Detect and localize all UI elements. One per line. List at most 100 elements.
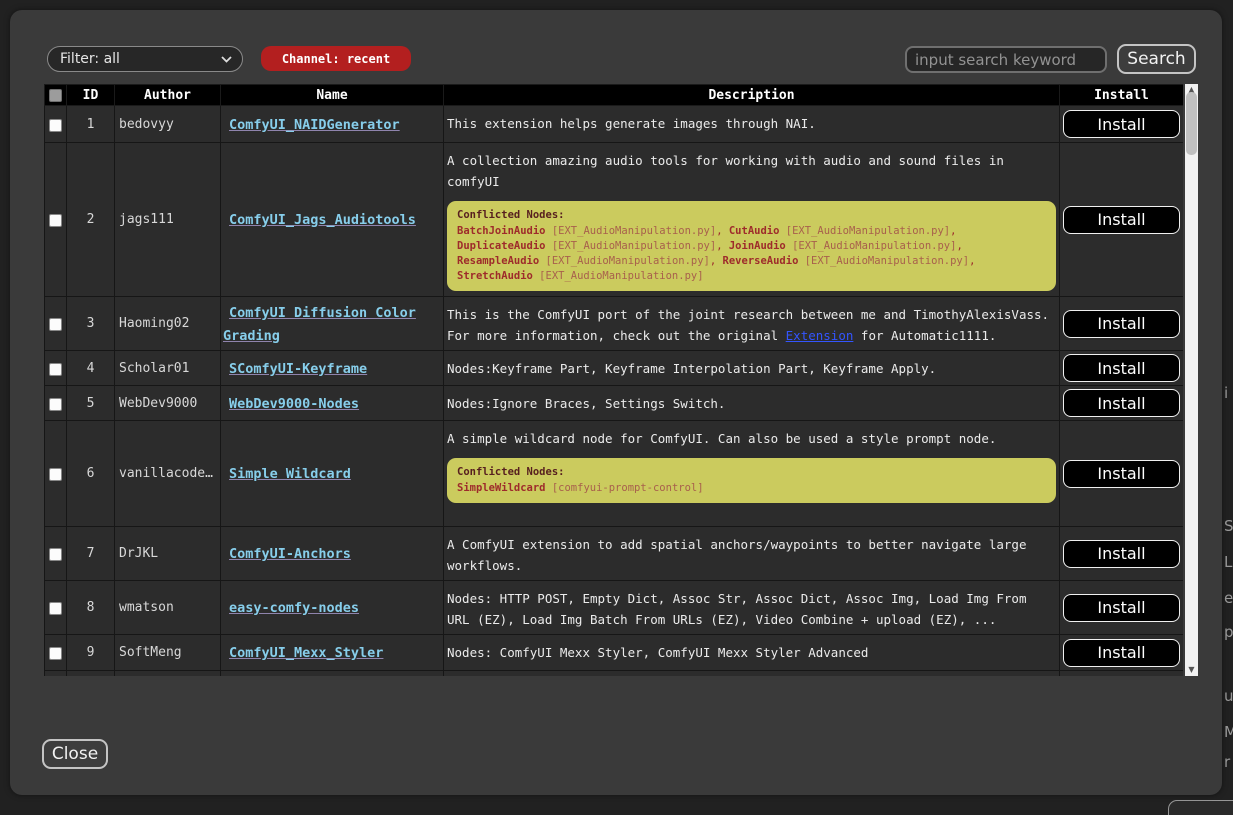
- background-cutoff-button[interactable]: [1168, 800, 1233, 815]
- install-button[interactable]: Install: [1063, 206, 1180, 234]
- table-row: 4Scholar01 SComfyUI-Keyframe Nodes:Keyfram…: [45, 351, 1184, 386]
- row-description: This is the ComfyUI port of the joint re…: [444, 297, 1060, 351]
- row-checkbox[interactable]: [49, 602, 62, 615]
- table-scrollbar[interactable]: ▲ ▼: [1185, 84, 1198, 676]
- row-description: Nodes: HTTP POST, Empty Dict, Assoc Str,…: [444, 581, 1060, 635]
- background-edge-fragment: M: [1224, 722, 1233, 742]
- scroll-down-icon[interactable]: ▼: [1185, 666, 1198, 674]
- inline-link[interactable]: Extension: [786, 328, 854, 343]
- background-edge-fragment: u: [1224, 686, 1233, 706]
- table-header-row: ID Author Name Description Install: [45, 85, 1184, 106]
- background-edge-fragment: r: [1224, 752, 1233, 772]
- table-row: 10zcfrank1stComfyUI Yolov8Nodes: Yolov8D…: [45, 671, 1184, 677]
- filter-select-wrap: Filter: all: [47, 46, 243, 72]
- background-edge-fragment: S: [1224, 516, 1233, 536]
- row-description: Nodes:Keyframe Part, Keyframe Interpolat…: [444, 351, 1060, 386]
- conflicted-nodes-box: Conflicted Nodes:BatchJoinAudio [EXT_Aud…: [447, 201, 1056, 291]
- description-text: for Automatic1111.: [853, 328, 996, 343]
- install-button[interactable]: Install: [1063, 540, 1180, 568]
- row-description: A collection amazing audio tools for wor…: [444, 143, 1060, 297]
- row-author: SoftMeng: [115, 635, 221, 671]
- row-checkbox[interactable]: [49, 363, 62, 376]
- row-checkbox[interactable]: [49, 548, 62, 561]
- row-author: jags111: [115, 143, 221, 297]
- extension-name-link[interactable]: SComfyUI-Keyframe: [229, 361, 367, 377]
- row-author: Scholar01: [115, 351, 221, 386]
- row-author: zcfrank1st: [115, 671, 221, 677]
- search-button[interactable]: Search: [1117, 44, 1196, 74]
- row-author: bedovyy: [115, 106, 221, 143]
- row-description: This extension helps generate images thr…: [444, 106, 1060, 143]
- select-all-checkbox[interactable]: [49, 89, 62, 102]
- row-id: 1: [67, 106, 115, 143]
- row-author: WebDev9000: [115, 386, 221, 421]
- background-edge-fragment: p: [1224, 622, 1233, 642]
- table-row: 3Haoming02ComfyUI Diffusion Color Gradin…: [45, 297, 1184, 351]
- table-row: 8wmatson easy-comfy-nodes Nodes: HTTP POST…: [45, 581, 1184, 635]
- row-description: Nodes: ComfyUI Mexx Styler, ComfyUI Mexx…: [444, 635, 1060, 671]
- description-text: Nodes: ComfyUI Mexx Styler, ComfyUI Mexx…: [447, 645, 868, 660]
- table-row: 1bedovyy ComfyUI_NAIDGenerator This extens…: [45, 106, 1184, 143]
- description-text: This extension helps generate images thr…: [447, 116, 816, 131]
- row-description: A ComfyUI extension to add spatial ancho…: [444, 527, 1060, 581]
- row-description: Nodes: Yolov8Detection, Yolov8Segmentati…: [444, 671, 1060, 677]
- header-name: Name: [221, 85, 444, 106]
- extension-name-link[interactable]: WebDev9000-Nodes: [229, 396, 359, 412]
- description-text: Nodes:Ignore Braces, Settings Switch.: [447, 396, 725, 411]
- extension-name-link[interactable]: easy-comfy-nodes: [229, 600, 359, 616]
- install-button[interactable]: Install: [1063, 310, 1180, 338]
- extensions-table: ID Author Name Description Install 1bedo…: [44, 84, 1183, 676]
- table-row: 6vanillacode…Simple WildcardA simple wil…: [45, 421, 1184, 527]
- row-id: 10: [67, 671, 115, 677]
- scrollbar-thumb[interactable]: [1186, 92, 1197, 155]
- row-id: 8: [67, 581, 115, 635]
- row-id: 6: [67, 421, 115, 527]
- install-button[interactable]: Install: [1063, 639, 1180, 667]
- background-edge-fragment: i: [1224, 383, 1233, 403]
- channel-badge[interactable]: Channel: recent: [261, 46, 411, 71]
- description-text: A ComfyUI extension to add spatial ancho…: [447, 537, 1026, 573]
- row-checkbox[interactable]: [49, 468, 62, 481]
- description-text: A collection amazing audio tools for wor…: [447, 153, 1004, 189]
- header-author: Author: [115, 85, 221, 106]
- extension-name-link[interactable]: ComfyUI Diffusion Color Grading: [223, 305, 416, 344]
- header-install: Install: [1060, 85, 1184, 106]
- row-id: 3: [67, 297, 115, 351]
- row-id: 9: [67, 635, 115, 671]
- install-button[interactable]: Install: [1063, 389, 1180, 417]
- description-text: Nodes:Keyframe Part, Keyframe Interpolat…: [447, 361, 936, 376]
- table-row: 9SoftMeng ComfyUI_Mexx_Styler Nodes: Comfy…: [45, 635, 1184, 671]
- search-input[interactable]: [905, 46, 1107, 73]
- background-edge-fragment: e: [1224, 588, 1233, 608]
- install-button[interactable]: Install: [1063, 110, 1180, 138]
- install-button[interactable]: Install: [1063, 354, 1180, 382]
- install-button[interactable]: Install: [1063, 460, 1180, 488]
- row-checkbox[interactable]: [49, 398, 62, 411]
- row-checkbox[interactable]: [49, 214, 62, 227]
- row-checkbox[interactable]: [49, 647, 62, 660]
- extension-name-link[interactable]: ComfyUI_Jags_Audiotools: [229, 212, 416, 228]
- extension-name-link[interactable]: Simple Wildcard: [229, 466, 351, 482]
- row-id: 4: [67, 351, 115, 386]
- row-id: 5: [67, 386, 115, 421]
- extension-name-link[interactable]: ComfyUI_Mexx_Styler: [229, 645, 383, 661]
- table-row: 7DrJKLComfyUI-AnchorsA ComfyUI extension…: [45, 527, 1184, 581]
- header-id: ID: [67, 85, 115, 106]
- row-checkbox[interactable]: [49, 318, 62, 331]
- row-author: wmatson: [115, 581, 221, 635]
- install-button[interactable]: Install: [1063, 594, 1180, 622]
- table-row: 5WebDev9000 WebDev9000-Nodes Nodes:Ignore …: [45, 386, 1184, 421]
- row-author: vanillacode…: [115, 421, 221, 527]
- row-checkbox[interactable]: [49, 119, 62, 132]
- background-edge-fragment: L: [1224, 552, 1233, 572]
- row-author: Haoming02: [115, 297, 221, 351]
- header-description: Description: [444, 85, 1060, 106]
- close-button[interactable]: Close: [42, 739, 108, 769]
- extension-name-link[interactable]: ComfyUI-Anchors: [229, 546, 351, 562]
- conflicted-nodes-title: Conflicted Nodes:: [457, 208, 1046, 223]
- filter-select[interactable]: Filter: all: [47, 46, 243, 72]
- custom-nodes-install-dialog: Filter: all Channel: recent Search ID Au…: [10, 10, 1222, 795]
- row-description: Nodes:Ignore Braces, Settings Switch.: [444, 386, 1060, 421]
- extension-name-link[interactable]: ComfyUI_NAIDGenerator: [229, 117, 400, 133]
- table-row: 2jags111ComfyUI_Jags_AudiotoolsA collect…: [45, 143, 1184, 297]
